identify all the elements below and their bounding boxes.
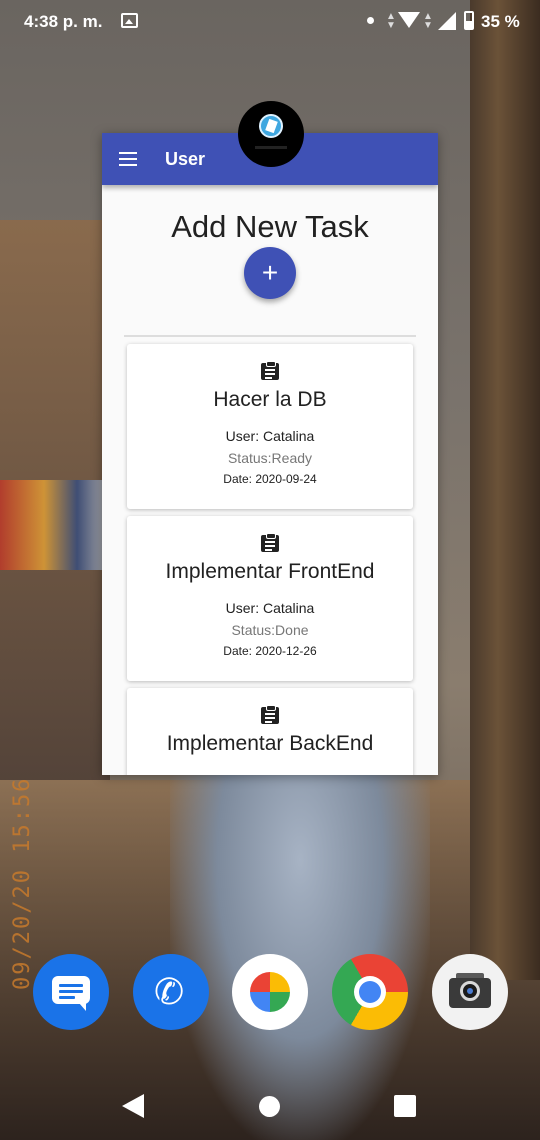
app-logo: [238, 101, 304, 167]
add-task-button[interactable]: +: [244, 247, 296, 299]
clipboard-icon: [261, 705, 279, 724]
app-window[interactable]: User Add New Task + Hacer la DB User: Ca…: [102, 133, 438, 775]
recents-button[interactable]: [394, 1095, 416, 1117]
wifi-arrows-icon: ▲ ▼: [423, 11, 433, 31]
photos-app-icon[interactable]: [232, 954, 308, 1030]
status-time: 4:38 p. m.: [24, 12, 103, 31]
task-user: User: Catalina: [225, 600, 315, 616]
wallpaper-blanket: [0, 480, 110, 570]
task-title: Implementar FrontEnd: [165, 560, 375, 583]
app-title: User: [165, 149, 206, 169]
task-date: Date: 2020-09-24: [223, 472, 317, 486]
dot-icon: [367, 17, 374, 24]
task-date: Date: 2020-12-26: [223, 644, 317, 658]
wifi-icon: [398, 12, 420, 28]
data-arrows-icon: ▲ ▼: [386, 11, 396, 31]
camera-app-icon[interactable]: [432, 954, 508, 1030]
clipboard-icon: [261, 533, 279, 552]
phone-app-icon[interactable]: ✆: [133, 954, 209, 1030]
task-card[interactable]: Implementar BackEnd: [127, 688, 413, 775]
messages-app-icon[interactable]: [33, 954, 109, 1030]
chrome-app-icon[interactable]: [332, 954, 408, 1030]
task-user: User: Catalina: [225, 428, 315, 444]
hamburger-menu-icon[interactable]: [119, 152, 137, 166]
clipboard-icon: [261, 361, 279, 380]
wallpaper-person: [170, 740, 430, 1140]
task-title: Implementar BackEnd: [166, 732, 374, 755]
cell-signal-icon: [438, 12, 456, 30]
wallpaper-door: [470, 0, 540, 980]
status-bar: 4:38 p. m. ▲ ▼ ▲ ▼ 35 %: [0, 0, 540, 44]
battery-icon: [464, 11, 474, 30]
image-notification-icon: [121, 13, 138, 28]
task-title: Hacer la DB: [213, 388, 327, 411]
divider: [124, 335, 416, 337]
wallpaper-timestamp: 09/20/20 15:56: [10, 776, 35, 990]
battery-percent: 35 %: [481, 12, 520, 31]
task-card[interactable]: Implementar FrontEnd User: Catalina Stat…: [127, 516, 413, 681]
page-heading: Add New Task: [171, 209, 369, 244]
task-status: Status:Ready: [227, 450, 313, 466]
home-button[interactable]: [259, 1096, 280, 1117]
task-card[interactable]: Hacer la DB User: Catalina Status:Ready …: [127, 344, 413, 509]
task-status: Status:Done: [231, 622, 309, 638]
back-button[interactable]: [122, 1094, 144, 1118]
